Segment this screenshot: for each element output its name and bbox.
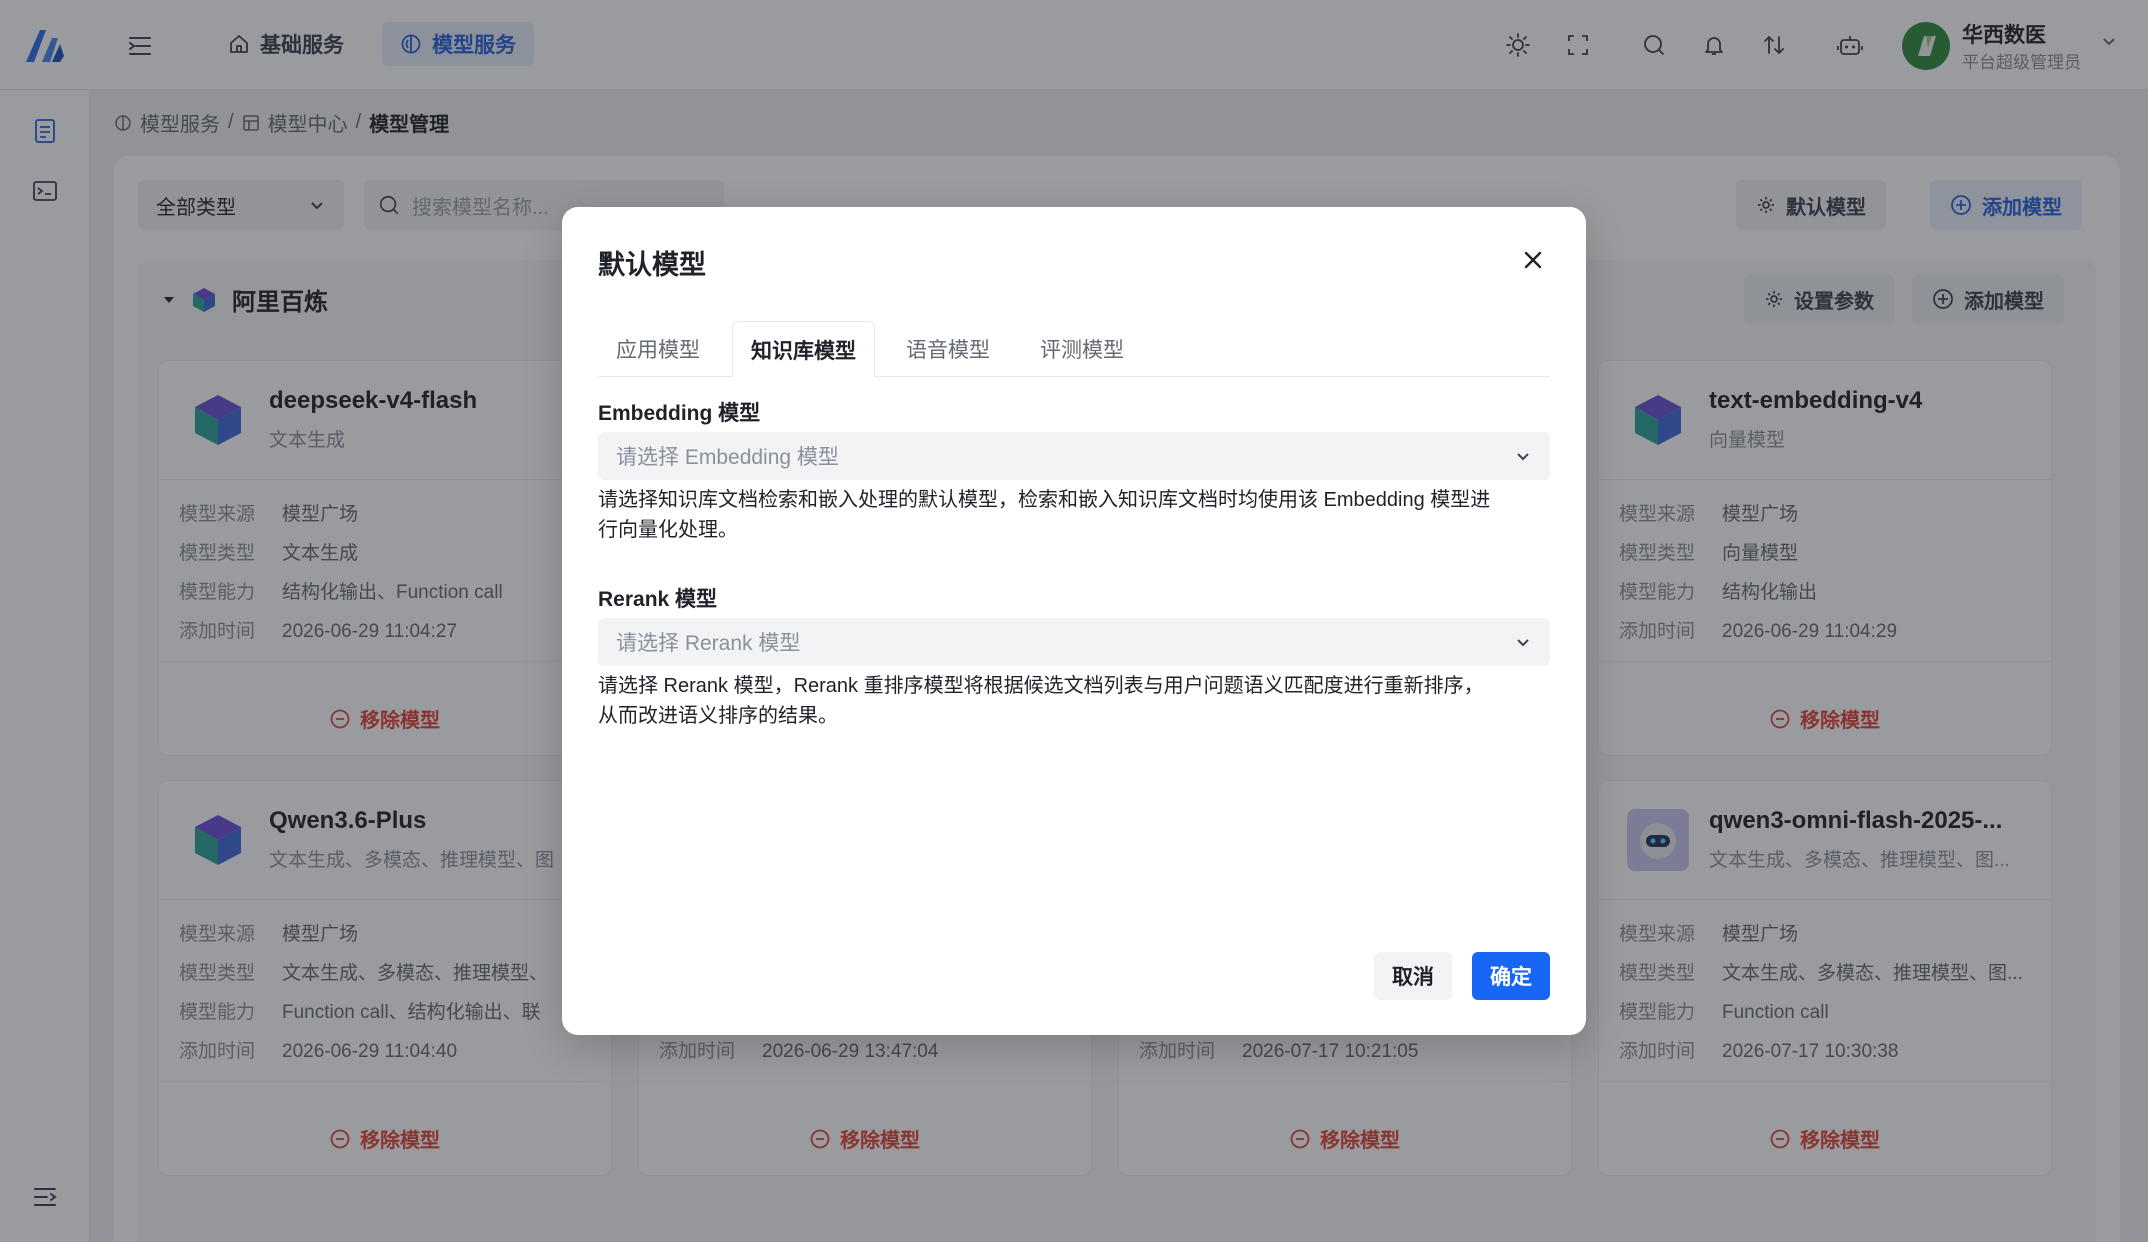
embedding-select[interactable]: 请选择 Embedding 模型	[598, 432, 1550, 480]
tab-eval-model[interactable]: 评测模型	[1022, 321, 1142, 377]
help-line: 从而改进语义排序的结果。	[598, 705, 838, 727]
embedding-label: Embedding 模型	[598, 402, 761, 425]
chevron-down-icon	[1517, 453, 1529, 461]
help-line: 请选择知识库文档检索和嵌入处理的默认模型，检索和嵌入知识库文档时均使用该 Emb…	[598, 489, 1491, 511]
help-line: 行向量化处理。	[598, 519, 738, 541]
rerank-help: 请选择 Rerank 模型，Rerank 重排序模型将根据候选文档列表与用户问题…	[598, 671, 1550, 731]
help-line: 请选择 Rerank 模型，Rerank 重排序模型将根据候选文档列表与用户问题…	[598, 675, 1484, 697]
embedding-placeholder: 请选择 Embedding 模型	[616, 446, 839, 469]
tab-voice-model[interactable]: 语音模型	[888, 321, 1008, 377]
tab-knowledge-model[interactable]: 知识库模型	[732, 321, 875, 378]
rerank-placeholder: 请选择 Rerank 模型	[616, 632, 801, 655]
confirm-button[interactable]: 确定	[1472, 952, 1550, 1000]
tab-app-model[interactable]: 应用模型	[598, 321, 718, 377]
dialog-tabs: 应用模型 知识库模型 语音模型 评测模型	[598, 313, 1550, 378]
rerank-label: Rerank 模型	[598, 588, 718, 611]
embedding-help: 请选择知识库文档检索和嵌入处理的默认模型，检索和嵌入知识库文档时均使用该 Emb…	[598, 485, 1550, 545]
cancel-button[interactable]: 取消	[1374, 952, 1452, 1000]
default-model-dialog: 默认模型 应用模型 知识库模型 语音模型 评测模型 Embedding 模型 请…	[562, 207, 1586, 1035]
dialog-title: 默认模型	[598, 250, 706, 280]
close-icon[interactable]	[1516, 243, 1550, 277]
rerank-select[interactable]: 请选择 Rerank 模型	[598, 618, 1550, 666]
chevron-down-icon	[1517, 639, 1529, 647]
